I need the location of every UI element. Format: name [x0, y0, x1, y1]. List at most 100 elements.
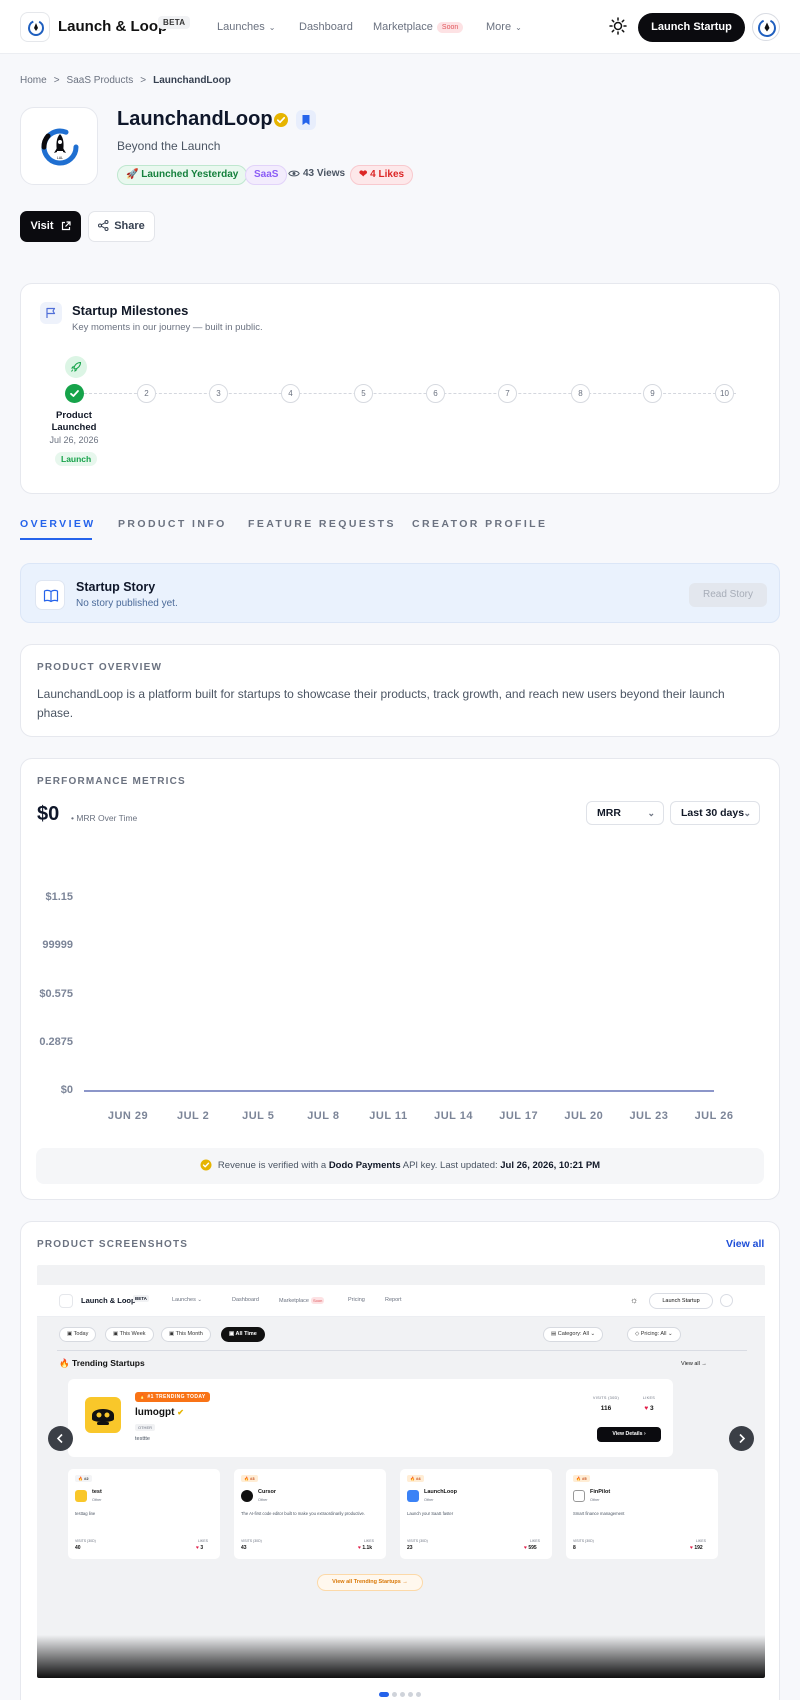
mock-featured-category: OTHER: [135, 1424, 155, 1431]
mock-startup-name: FinPilot: [590, 1489, 611, 1495]
mock-divider: [57, 1350, 747, 1351]
range-select[interactable]: Last 30 days ⌄: [670, 801, 760, 825]
tab-overview[interactable]: OVERVIEW: [20, 518, 96, 530]
mock-filter-all-time: ▣ All Time: [221, 1327, 265, 1342]
rocket-icon: 🚀: [126, 169, 139, 180]
mock-startup-logo-icon: [241, 1490, 253, 1502]
mock-startup-name: test: [92, 1489, 102, 1495]
breadcrumb-home[interactable]: Home: [20, 75, 47, 86]
metric-select[interactable]: MRR ⌄: [586, 801, 664, 825]
eye-icon: [288, 170, 300, 177]
mock-visits-value: 43: [241, 1545, 247, 1551]
visit-button[interactable]: Visit: [20, 211, 81, 242]
mock-likes-value: ♥ 1.1k: [358, 1545, 372, 1551]
revenue-verification-note: Revenue is verified with a Dodo Payments…: [36, 1148, 764, 1184]
external-link-icon: [61, 221, 71, 231]
chart-y-tick-label: $0.575: [39, 987, 73, 1000]
milestone-label: Product Launched: [51, 410, 97, 433]
milestone-node[interactable]: 9: [643, 384, 662, 403]
likes-chip[interactable]: ❤ 4 Likes: [350, 165, 414, 185]
product-tagline: Beyond the Launch: [117, 139, 221, 153]
product-screenshots-card: PRODUCT SCREENSHOTS View all Launch & Lo…: [20, 1221, 780, 1700]
mock-verified-icon: ✔: [177, 1408, 184, 1417]
milestones-title: Startup Milestones: [72, 303, 189, 318]
screenshot-fade-overlay: [37, 1635, 765, 1678]
mock-nav-item: Pricing: [348, 1297, 365, 1303]
mock-view-details: View Details ›: [597, 1427, 661, 1442]
milestone-complete-check-icon[interactable]: [65, 384, 84, 403]
carousel-dot[interactable]: [400, 1692, 405, 1697]
milestone-node[interactable]: 2: [137, 384, 156, 403]
user-avatar[interactable]: [752, 13, 780, 41]
share-button[interactable]: Share: [88, 211, 155, 242]
mock-lumogpt-logo-icon: [85, 1397, 121, 1433]
metrics-heading: PERFORMANCE METRICS: [37, 776, 186, 787]
screenshots-view-all-link[interactable]: View all: [726, 1238, 764, 1250]
mock-avatar: [720, 1294, 733, 1307]
mock-visits-label: VISITS (30D): [75, 1539, 96, 1543]
carousel-dot[interactable]: [379, 1692, 389, 1697]
tab-creator-profile[interactable]: CREATOR PROFILE: [412, 518, 547, 530]
chart-y-tick-label: 0.2875: [39, 1035, 73, 1048]
mock-likes-label: LIKES: [696, 1539, 706, 1543]
carousel-dot[interactable]: [416, 1692, 421, 1697]
milestone-node[interactable]: 5: [354, 384, 373, 403]
likes-label: 4 Likes: [370, 169, 405, 180]
mock-trending-title: 🔥 Trending Startups: [59, 1358, 145, 1369]
milestone-node[interactable]: 7: [498, 384, 517, 403]
bookmark-button[interactable]: [296, 110, 316, 130]
mock-visits-value: 8: [573, 1545, 576, 1551]
mock-nav-item: Dashboard: [232, 1297, 259, 1303]
launch-startup-button[interactable]: Launch Startup: [638, 13, 745, 42]
milestone-node[interactable]: 6: [426, 384, 445, 403]
mock-filter-week: ▣ This Week: [105, 1327, 154, 1342]
mock-heart-icon: ♥: [644, 1405, 649, 1412]
milestone-node[interactable]: 3: [209, 384, 228, 403]
launch-status-label: Launched Yesterday: [141, 169, 239, 180]
milestone-node[interactable]: 10: [715, 384, 734, 403]
mock-filter-label: Category: All: [557, 1331, 589, 1337]
active-tab-indicator: [20, 538, 92, 540]
mock-logo-icon: [59, 1294, 73, 1308]
milestone-node[interactable]: 4: [281, 384, 300, 403]
category-chip[interactable]: SaaS: [245, 165, 288, 185]
brand-name[interactable]: Launch & Loop: [58, 18, 167, 35]
milestone-node[interactable]: 8: [571, 384, 590, 403]
mock-heart-icon: ♥: [358, 1545, 361, 1551]
read-story-button[interactable]: Read Story: [689, 583, 767, 607]
share-label: Share: [114, 220, 145, 232]
nav-launches[interactable]: Launches ⌄: [217, 21, 275, 33]
nav-dashboard-label: Dashboard: [299, 21, 353, 33]
nav-more[interactable]: More ⌄: [486, 21, 522, 33]
verify-middle-text: API key. Last updated:: [402, 1160, 498, 1171]
brand-logo[interactable]: [20, 12, 50, 42]
nav-dashboard[interactable]: Dashboard: [299, 21, 353, 33]
screenshot-image[interactable]: Launch & Loop BETA Launches ⌄ Dashboard …: [37, 1265, 765, 1678]
carousel-dot[interactable]: [408, 1692, 413, 1697]
mock-likes-value: ♥ 595: [524, 1545, 537, 1551]
tab-feature-requests[interactable]: FEATURE REQUESTS: [248, 518, 396, 530]
nav-marketplace[interactable]: Marketplace Soon: [373, 21, 464, 33]
mock-heart-icon: ♥: [690, 1545, 693, 1551]
mock-sun-icon: ☼: [630, 1295, 639, 1305]
mock-filter-label: All Time: [235, 1331, 257, 1337]
carousel-next-button[interactable]: [729, 1426, 754, 1451]
product-logo: LAL: [20, 107, 98, 185]
milestone-date: Jul 26, 2026: [49, 435, 99, 445]
verify-prefix: Revenue is verified with a: [217, 1160, 327, 1171]
launch-status-chip: 🚀 Launched Yesterday: [117, 165, 248, 185]
mock-heart-icon: ♥: [196, 1545, 199, 1551]
mock-startup-cat: Other: [258, 1498, 268, 1502]
chart-x-tick-label: JUL 20: [564, 1110, 604, 1122]
carousel-prev-button[interactable]: [48, 1426, 73, 1451]
carousel-dot[interactable]: [392, 1692, 397, 1697]
theme-toggle[interactable]: [609, 17, 627, 35]
views-count: 43 Views: [288, 168, 345, 179]
mock-visits-value: 23: [407, 1545, 413, 1551]
loop-logo-icon: [28, 20, 44, 36]
tab-product-info[interactable]: PRODUCT INFO: [118, 518, 227, 530]
verify-timestamp: Jul 26, 2026, 10:21 PM: [500, 1160, 601, 1171]
product-name: LaunchandLoop: [117, 108, 273, 130]
breadcrumb-category[interactable]: SaaS Products: [67, 75, 134, 86]
chart-x-tick-label: JUL 2: [176, 1110, 210, 1122]
